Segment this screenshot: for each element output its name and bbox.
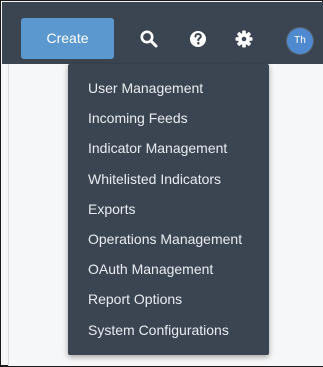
settings-dropdown-menu: User Management Incoming Feeds Indicator…: [68, 64, 269, 355]
gear-icon[interactable]: [234, 29, 254, 49]
create-button[interactable]: Create: [21, 18, 114, 59]
top-navbar: Create Th: [2, 2, 323, 64]
help-icon[interactable]: [188, 29, 208, 49]
menu-item-whitelisted-indicators[interactable]: Whitelisted Indicators: [68, 164, 269, 194]
app-frame: Create Th User Management Incoming Feeds…: [0, 0, 323, 367]
menu-item-exports[interactable]: Exports: [68, 194, 269, 224]
user-avatar[interactable]: Th: [287, 28, 313, 54]
menu-item-incoming-feeds[interactable]: Incoming Feeds: [68, 103, 269, 133]
settings-menu-list: User Management Incoming Feeds Indicator…: [68, 64, 269, 345]
menu-item-oauth-management[interactable]: OAuth Management: [68, 254, 269, 284]
search-icon[interactable]: [139, 29, 159, 49]
menu-item-report-options[interactable]: Report Options: [68, 284, 269, 314]
menu-item-indicator-management[interactable]: Indicator Management: [68, 133, 269, 163]
menu-item-operations-management[interactable]: Operations Management: [68, 224, 269, 254]
menu-item-user-management[interactable]: User Management: [68, 73, 269, 103]
menu-item-system-configurations[interactable]: System Configurations: [68, 315, 269, 345]
